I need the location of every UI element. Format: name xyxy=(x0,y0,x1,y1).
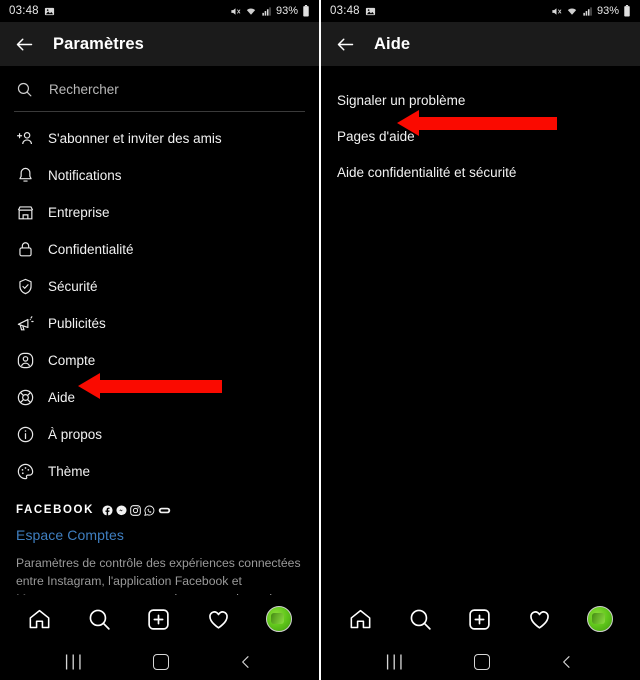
sidebar-item-label: S'abonner et inviter des amis xyxy=(48,131,222,146)
image-icon xyxy=(365,6,376,17)
signal-icon xyxy=(582,6,593,17)
help-item-label: Aide confidentialité et sécurité xyxy=(337,164,517,180)
sidebar-item-label: Entreprise xyxy=(48,205,110,220)
help-appbar: Aide xyxy=(321,22,640,66)
search-field[interactable]: Rechercher xyxy=(0,69,319,109)
help-item-help-pages[interactable]: Pages d'aide xyxy=(321,118,640,154)
sidebar-item-help[interactable]: Aide xyxy=(0,379,319,416)
settings-screen: 03:48 93% Paramètres Rechercher S'abonne… xyxy=(0,0,319,680)
sidebar-item-label: Notifications xyxy=(48,168,122,183)
info-icon xyxy=(16,425,35,444)
messenger-icon xyxy=(116,504,127,516)
profile-avatar[interactable] xyxy=(265,606,292,632)
status-bar: 03:48 93% xyxy=(0,0,319,22)
back-icon[interactable] xyxy=(559,654,575,670)
instagram-bottom-nav xyxy=(0,595,319,643)
page-title: Aide xyxy=(374,34,411,53)
back-arrow-icon[interactable] xyxy=(335,34,356,55)
battery-percent: 93% xyxy=(596,5,619,17)
status-bar-left: 03:48 xyxy=(9,5,55,17)
bell-icon xyxy=(16,166,35,185)
palette-icon xyxy=(16,462,35,481)
sidebar-item-label: Thème xyxy=(48,464,91,479)
sidebar-item-label: Confidentialité xyxy=(48,242,134,257)
sidebar-item-label: Publicités xyxy=(48,316,106,331)
recents-icon[interactable]: ||| xyxy=(65,653,85,671)
help-item-privacy-security-help[interactable]: Aide confidentialité et sécurité xyxy=(321,154,640,190)
sidebar-item-label: À propos xyxy=(48,427,103,442)
status-bar-right: 93% xyxy=(551,5,631,17)
home-icon[interactable] xyxy=(348,607,373,632)
status-time: 03:48 xyxy=(9,5,39,17)
store-icon xyxy=(16,203,35,222)
instagram-bottom-nav xyxy=(321,595,640,643)
search-input[interactable]: Rechercher xyxy=(49,82,119,97)
dual-screenshot: 03:48 93% Paramètres Rechercher S'abonne… xyxy=(0,0,640,680)
battery-icon xyxy=(302,5,310,17)
status-bar-right: 93% xyxy=(230,5,310,17)
status-time: 03:48 xyxy=(330,5,360,17)
help-screen: 03:48 93% Aide Signaler un problème Page… xyxy=(321,0,640,680)
sidebar-item-account[interactable]: Compte xyxy=(0,342,319,379)
account-circle-icon xyxy=(16,351,35,370)
battery-icon xyxy=(623,5,631,17)
settings-list: S'abonner et inviter des amis Notificati… xyxy=(0,112,319,490)
help-item-report-problem[interactable]: Signaler un problème xyxy=(321,82,640,118)
help-item-label: Pages d'aide xyxy=(337,128,415,144)
facebook-section-header: FACEBOOK xyxy=(16,504,303,516)
facebook-section-title: FACEBOOK xyxy=(16,504,94,516)
add-post-icon[interactable] xyxy=(467,607,492,632)
home-icon[interactable] xyxy=(27,607,52,632)
sidebar-item-label: Aide xyxy=(48,390,76,405)
mute-icon xyxy=(230,6,241,17)
sidebar-item-theme[interactable]: Thème xyxy=(0,453,319,490)
lifebuoy-icon xyxy=(16,388,35,407)
sidebar-item-privacy[interactable]: Confidentialité xyxy=(0,231,319,268)
help-item-label: Signaler un problème xyxy=(337,92,466,108)
sidebar-item-ads[interactable]: Publicités xyxy=(0,305,319,342)
instagram-icon xyxy=(130,504,141,516)
add-post-icon[interactable] xyxy=(146,607,171,632)
heart-icon[interactable] xyxy=(527,607,552,632)
battery-percent: 93% xyxy=(275,5,298,17)
megaphone-icon xyxy=(16,314,35,333)
android-system-nav: ||| xyxy=(321,643,640,680)
add-person-icon xyxy=(16,129,35,148)
sidebar-item-security[interactable]: Sécurité xyxy=(0,268,319,305)
wifi-icon xyxy=(566,6,578,17)
facebook-icon xyxy=(102,504,113,516)
search-icon[interactable] xyxy=(408,607,433,632)
android-system-nav: ||| xyxy=(0,643,319,680)
heart-icon[interactable] xyxy=(206,607,231,632)
whatsapp-icon xyxy=(144,504,155,516)
facebook-brand-icons xyxy=(102,504,171,516)
lock-icon xyxy=(16,240,35,259)
sidebar-item-notifications[interactable]: Notifications xyxy=(0,157,319,194)
back-icon[interactable] xyxy=(238,654,254,670)
settings-appbar: Paramètres xyxy=(0,22,319,66)
sidebar-item-subscribe-invite[interactable]: S'abonner et inviter des amis xyxy=(0,120,319,157)
home-icon[interactable] xyxy=(474,653,491,670)
accounts-center-link[interactable]: Espace Comptes xyxy=(16,527,303,543)
recents-icon[interactable]: ||| xyxy=(386,653,406,671)
image-icon xyxy=(44,6,55,17)
home-icon[interactable] xyxy=(153,653,170,670)
sidebar-item-label: Compte xyxy=(48,353,96,368)
status-bar-left: 03:48 xyxy=(330,5,376,17)
mute-icon xyxy=(551,6,562,17)
portal-icon xyxy=(158,505,171,516)
help-list: Signaler un problème Pages d'aide Aide c… xyxy=(321,66,640,190)
sidebar-item-label: Sécurité xyxy=(48,279,98,294)
sidebar-item-about[interactable]: À propos xyxy=(0,416,319,453)
status-bar: 03:48 93% xyxy=(321,0,640,22)
profile-avatar[interactable] xyxy=(586,606,613,632)
signal-icon xyxy=(261,6,272,17)
search-icon[interactable] xyxy=(87,607,112,632)
back-arrow-icon[interactable] xyxy=(14,34,35,55)
wifi-icon xyxy=(245,6,257,17)
sidebar-item-business[interactable]: Entreprise xyxy=(0,194,319,231)
shield-check-icon xyxy=(16,277,35,296)
page-title: Paramètres xyxy=(53,34,144,53)
search-icon xyxy=(16,81,33,98)
